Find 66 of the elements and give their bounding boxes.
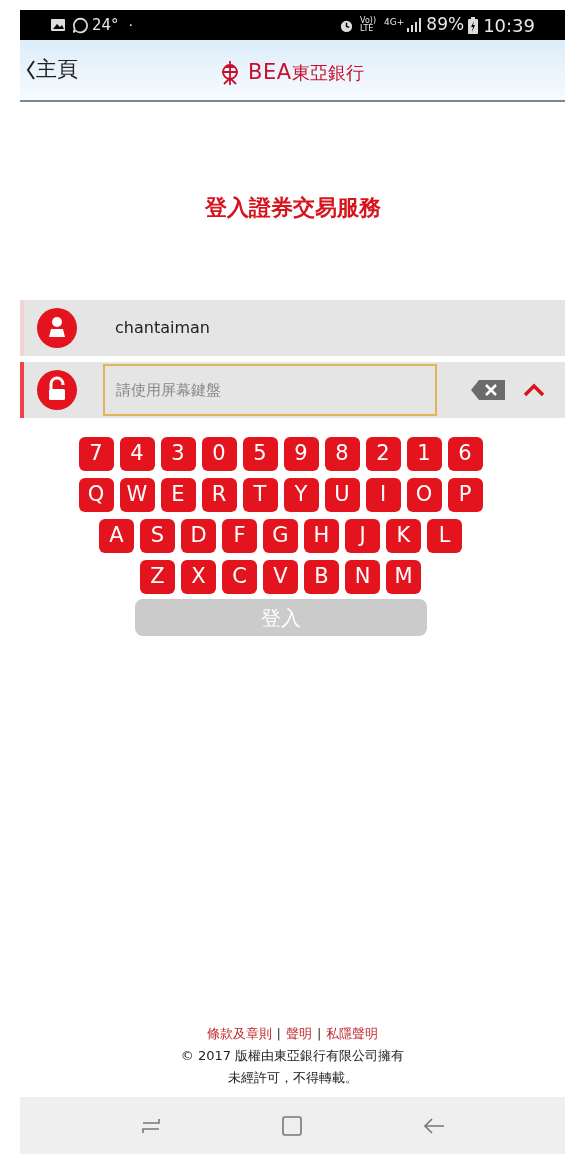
keyboard-key[interactable]: P (447, 478, 483, 512)
clock-text: 10:39 (483, 13, 535, 38)
chevron-up-icon[interactable] (523, 383, 545, 397)
keyboard-key[interactable]: X (181, 560, 216, 594)
keyboard-key[interactable]: I (365, 478, 401, 512)
keyboard-key[interactable]: 5 (242, 437, 278, 471)
keyboard-key[interactable]: R (201, 478, 237, 512)
keyboard-key[interactable]: U (324, 478, 360, 512)
back-icon[interactable] (421, 1115, 446, 1136)
keyboard-key[interactable]: D (181, 519, 216, 553)
keyboard-key[interactable]: 9 (283, 437, 319, 471)
user-icon (37, 308, 77, 348)
keyboard-key[interactable]: C (222, 560, 257, 594)
keyboard-key[interactable]: S (140, 519, 175, 553)
username-value: chantaiman (115, 317, 210, 339)
keyboard-key[interactable]: H (304, 519, 339, 553)
keyboard-key[interactable]: 0 (201, 437, 237, 471)
keyboard-key[interactable]: K (386, 519, 421, 553)
password-field[interactable]: 請使用屏幕鍵盤 (103, 364, 437, 416)
keyboard-key[interactable]: 1 (406, 437, 442, 471)
keyboard-key[interactable]: T (242, 478, 278, 512)
volte-label: Vo)) LTE (360, 17, 377, 33)
logo-emblem-icon (220, 59, 240, 86)
keyboard-key[interactable]: A (99, 519, 134, 553)
copyright-text: © 2017 版權由東亞銀行有限公司擁有 (180, 1047, 405, 1065)
keyboard-key[interactable]: M (386, 560, 421, 594)
footer-link[interactable]: 私隱聲明 (326, 1023, 379, 1045)
footer-link[interactable]: 聲明 (286, 1023, 312, 1045)
keyboard-key[interactable]: 6 (447, 437, 483, 471)
keyboard-key[interactable]: G (263, 519, 298, 553)
keyboard-key[interactable]: 4 (119, 437, 155, 471)
keyboard-key[interactable]: Q (78, 478, 114, 512)
keyboard-key[interactable]: F (222, 519, 257, 553)
padlock-icon (37, 370, 77, 410)
keyboard-key[interactable]: N (345, 560, 380, 594)
chevron-left-icon (26, 59, 36, 81)
keyboard-key[interactable]: V (263, 560, 298, 594)
keyboard-key[interactable]: W (119, 478, 155, 512)
keyboard-key[interactable]: Z (140, 560, 175, 594)
keyboard-key[interactable]: J (345, 519, 380, 553)
keyboard-key[interactable]: 7 (78, 437, 114, 471)
keyboard-key[interactable]: 8 (324, 437, 360, 471)
link-separator: | (317, 1025, 322, 1043)
page-title: 登入證券交易服務 (204, 194, 381, 222)
signal-icon (406, 18, 423, 32)
keyboard-key[interactable]: 3 (160, 437, 196, 471)
bank-logo: BEA東亞銀行 (220, 57, 364, 89)
keyboard-key[interactable]: B (304, 560, 339, 594)
keyboard-key[interactable]: L (427, 519, 462, 553)
home-icon[interactable] (281, 1114, 304, 1137)
backspace-icon[interactable] (471, 380, 505, 400)
back-button[interactable]: 主頁 (26, 54, 78, 86)
battery-icon (468, 16, 479, 34)
image-icon (50, 17, 66, 33)
keyboard-key[interactable]: Y (283, 478, 319, 512)
keyboard-key[interactable]: E (160, 478, 196, 512)
dot-text: · (128, 15, 134, 35)
notice-text: 未經許可，不得轉載。 (227, 1069, 358, 1087)
temperature-text: 24° (92, 14, 119, 36)
link-separator: | (276, 1025, 281, 1043)
network-type-text: 4G+ (384, 16, 405, 29)
keyboard-key[interactable]: 2 (365, 437, 401, 471)
keyboard-key[interactable]: O (406, 478, 442, 512)
battery-percent-text: 89% (426, 13, 465, 37)
footer-link[interactable]: 條款及章則 (206, 1023, 272, 1045)
chat-icon (72, 16, 89, 34)
